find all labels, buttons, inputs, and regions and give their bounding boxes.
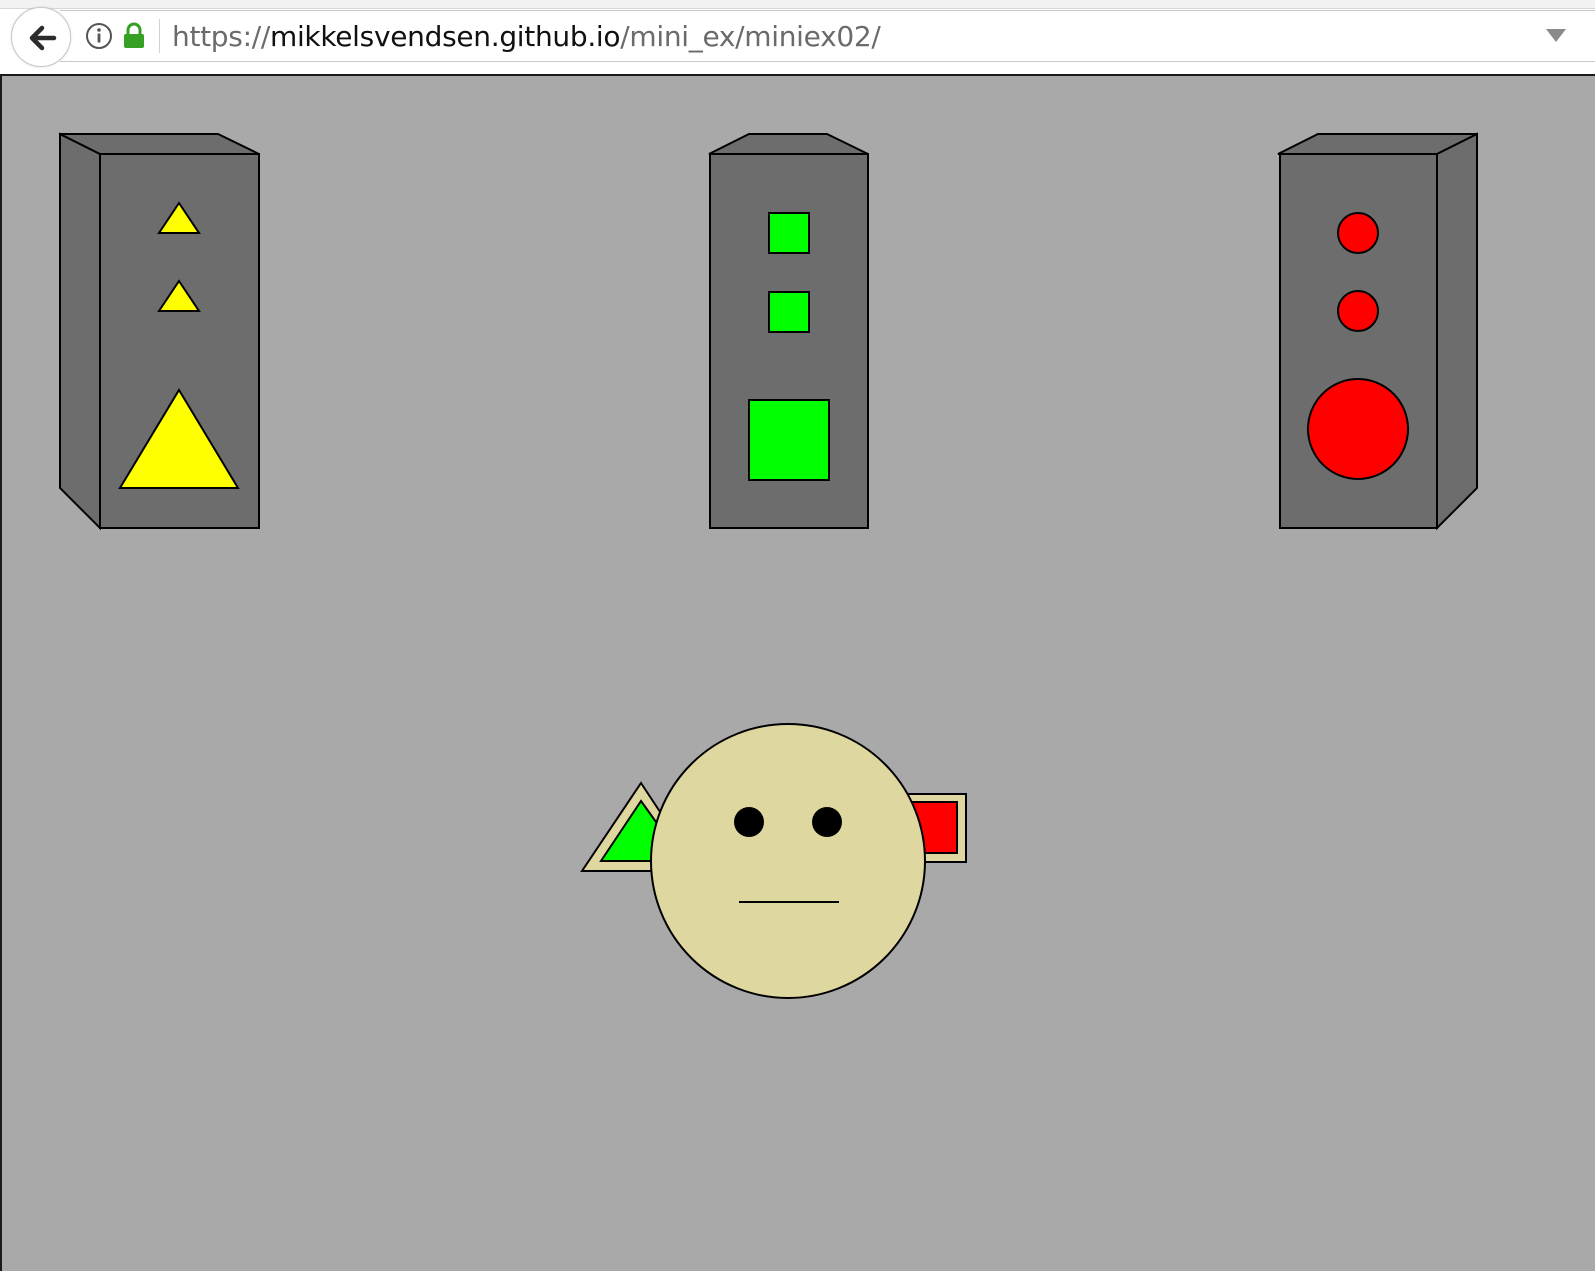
red-circle-light-2 — [1337, 290, 1379, 332]
dropdown-arrow-icon[interactable] — [1545, 28, 1567, 44]
left-eye — [734, 807, 764, 837]
character — [580, 723, 967, 999]
page-canvas[interactable] — [0, 76, 1595, 1271]
right-tower — [1277, 132, 1478, 531]
toolbar-top-edge — [0, 0, 1595, 9]
left-tower-side — [59, 132, 101, 531]
url-host: mikkelsvendsen.github.io — [269, 20, 621, 53]
left-tower — [59, 132, 260, 531]
right-eye — [812, 807, 842, 837]
lock-body — [124, 34, 144, 48]
back-arrow-icon — [29, 25, 57, 51]
info-icon[interactable] — [85, 22, 113, 50]
middle-tower — [708, 133, 869, 529]
face — [650, 723, 926, 999]
url-scheme: https:// — [172, 20, 270, 53]
red-circle-light-1 — [1337, 212, 1379, 254]
right-tower-side — [1436, 132, 1478, 531]
lock-icon[interactable] — [123, 22, 145, 50]
scene — [59, 132, 1478, 999]
url-path: /mini_ex/miniex02/ — [620, 20, 881, 53]
url-text[interactable]: https://mikkelsvendsen.github.io/mini_ex… — [172, 20, 881, 54]
lock-shackle — [126, 22, 142, 34]
green-square-light-1 — [768, 212, 810, 254]
middle-tower-top — [708, 133, 869, 155]
url-divider — [159, 19, 160, 53]
browser-toolbar: https://mikkelsvendsen.github.io/mini_ex… — [0, 0, 1595, 76]
green-square-light-2 — [768, 291, 810, 333]
green-square-light-large — [748, 399, 830, 481]
back-button[interactable] — [11, 7, 71, 67]
red-circle-light-large — [1307, 378, 1409, 480]
